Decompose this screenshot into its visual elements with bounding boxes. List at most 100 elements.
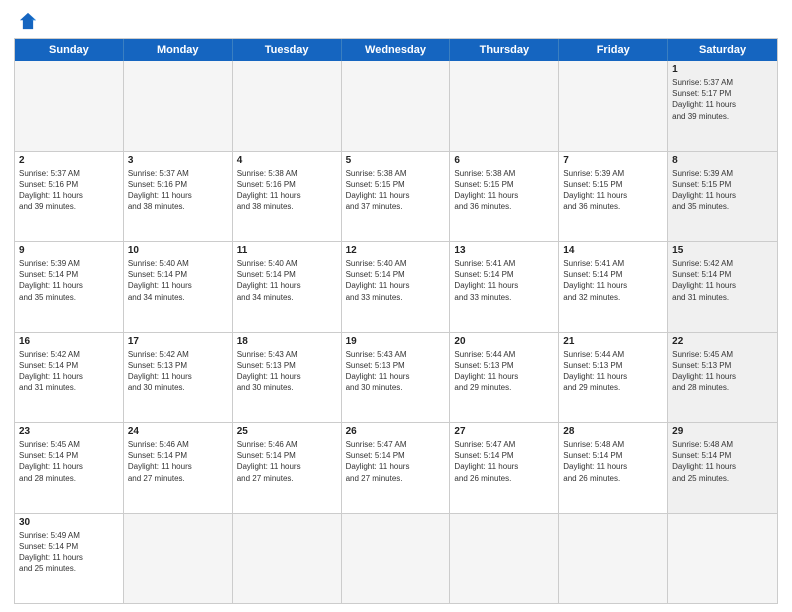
- day-number: 24: [128, 426, 228, 437]
- cal-cell-empty-5-4: [450, 514, 559, 604]
- cal-cell-1: 1 Sunrise: 5:37 AM Sunset: 5:17 PM Daylig…: [668, 61, 777, 151]
- cell-info: Sunrise: 5:41 AM Sunset: 5:14 PM Dayligh…: [563, 258, 663, 303]
- cal-cell-22: 22Sunrise: 5:45 AM Sunset: 5:13 PM Dayli…: [668, 333, 777, 423]
- cell-info: Sunrise: 5:48 AM Sunset: 5:14 PM Dayligh…: [563, 439, 663, 484]
- day-number: 2: [19, 155, 119, 166]
- logo-text: [14, 10, 39, 32]
- cell-info: Sunrise: 5:43 AM Sunset: 5:13 PM Dayligh…: [237, 349, 337, 394]
- cal-cell-25: 25 Sunrise: 5:46 AM Sunset: 5:14 PM Dayli…: [233, 423, 342, 513]
- cell-info: Sunrise: 5:47 AM Sunset: 5:14 PM Dayligh…: [454, 439, 554, 484]
- cal-cell-8: 8 Sunrise: 5:39 AM Sunset: 5:15 PM Daylig…: [668, 152, 777, 242]
- calendar: SundayMondayTuesdayWednesdayThursdayFrid…: [14, 38, 778, 604]
- cell-info: Sunrise: 5:49 AM Sunset: 5:14 PM Dayligh…: [19, 530, 119, 575]
- cal-cell-30: 30Sunrise: 5:49 AM Sunset: 5:14 PM Dayli…: [15, 514, 124, 604]
- day-number: 14: [563, 245, 663, 256]
- cal-cell-empty-5-1: [124, 514, 233, 604]
- day-number: 5: [346, 155, 446, 166]
- day-number: 16: [19, 336, 119, 347]
- cal-cell-5: 5Sunrise: 5:38 AM Sunset: 5:15 PM Daylig…: [342, 152, 451, 242]
- cal-cell-21: 21 Sunrise: 5:44 AM Sunset: 5:13 PM Dayli…: [559, 333, 668, 423]
- cal-cell-18: 18 Sunrise: 5:43 AM Sunset: 5:13 PM Dayli…: [233, 333, 342, 423]
- day-number: 23: [19, 426, 119, 437]
- cal-cell-empty-5-3: [342, 514, 451, 604]
- cal-cell-24: 24Sunrise: 5:46 AM Sunset: 5:14 PM Dayli…: [124, 423, 233, 513]
- cal-cell-20: 20 Sunrise: 5:44 AM Sunset: 5:13 PM Dayli…: [450, 333, 559, 423]
- cell-info: Sunrise: 5:42 AM Sunset: 5:14 PM Dayligh…: [19, 349, 119, 394]
- day-number: 15: [672, 245, 773, 256]
- cal-cell-4: 4 Sunrise: 5:38 AM Sunset: 5:16 PM Daylig…: [233, 152, 342, 242]
- cal-cell-empty-0-0: [15, 61, 124, 151]
- cal-cell-23: 23 Sunrise: 5:45 AM Sunset: 5:14 PM Dayli…: [15, 423, 124, 513]
- cell-info: Sunrise: 5:39 AM Sunset: 5:15 PM Dayligh…: [672, 168, 773, 213]
- day-number: 1: [672, 64, 773, 75]
- header: [14, 10, 778, 32]
- day-number: 27: [454, 426, 554, 437]
- cell-info: Sunrise: 5:40 AM Sunset: 5:14 PM Dayligh…: [346, 258, 446, 303]
- logo-icon: [17, 10, 39, 32]
- cal-cell-empty-0-5: [559, 61, 668, 151]
- cell-info: Sunrise: 5:45 AM Sunset: 5:13 PM Dayligh…: [672, 349, 773, 394]
- calendar-row-4: 23 Sunrise: 5:45 AM Sunset: 5:14 PM Dayli…: [15, 422, 777, 513]
- cal-cell-12: 12 Sunrise: 5:40 AM Sunset: 5:14 PM Dayli…: [342, 242, 451, 332]
- cal-cell-15: 15 Sunrise: 5:42 AM Sunset: 5:14 PM Dayli…: [668, 242, 777, 332]
- cal-cell-6: 6 Sunrise: 5:38 AM Sunset: 5:15 PM Daylig…: [450, 152, 559, 242]
- cal-cell-empty-0-3: [342, 61, 451, 151]
- cell-info: Sunrise: 5:44 AM Sunset: 5:13 PM Dayligh…: [454, 349, 554, 394]
- cal-cell-17: 17 Sunrise: 5:42 AM Sunset: 5:13 PM Dayli…: [124, 333, 233, 423]
- calendar-body: 1 Sunrise: 5:37 AM Sunset: 5:17 PM Daylig…: [15, 61, 777, 603]
- calendar-row-0: 1 Sunrise: 5:37 AM Sunset: 5:17 PM Daylig…: [15, 61, 777, 151]
- day-number: 20: [454, 336, 554, 347]
- cell-info: Sunrise: 5:38 AM Sunset: 5:15 PM Dayligh…: [454, 168, 554, 213]
- day-number: 3: [128, 155, 228, 166]
- day-number: 25: [237, 426, 337, 437]
- cell-info: Sunrise: 5:40 AM Sunset: 5:14 PM Dayligh…: [128, 258, 228, 303]
- day-number: 21: [563, 336, 663, 347]
- header-day-friday: Friday: [559, 39, 668, 61]
- day-number: 4: [237, 155, 337, 166]
- cell-info: Sunrise: 5:45 AM Sunset: 5:14 PM Dayligh…: [19, 439, 119, 484]
- day-number: 6: [454, 155, 554, 166]
- day-number: 12: [346, 245, 446, 256]
- day-number: 17: [128, 336, 228, 347]
- calendar-row-3: 16 Sunrise: 5:42 AM Sunset: 5:14 PM Dayli…: [15, 332, 777, 423]
- cell-info: Sunrise: 5:46 AM Sunset: 5:14 PM Dayligh…: [237, 439, 337, 484]
- cal-cell-27: 27 Sunrise: 5:47 AM Sunset: 5:14 PM Dayli…: [450, 423, 559, 513]
- day-number: 13: [454, 245, 554, 256]
- cell-info: Sunrise: 5:37 AM Sunset: 5:16 PM Dayligh…: [128, 168, 228, 213]
- cal-cell-14: 14 Sunrise: 5:41 AM Sunset: 5:14 PM Dayli…: [559, 242, 668, 332]
- cell-info: Sunrise: 5:38 AM Sunset: 5:16 PM Dayligh…: [237, 168, 337, 213]
- cal-cell-11: 11 Sunrise: 5:40 AM Sunset: 5:14 PM Dayli…: [233, 242, 342, 332]
- header-day-saturday: Saturday: [668, 39, 777, 61]
- cal-cell-empty-5-5: [559, 514, 668, 604]
- day-number: 8: [672, 155, 773, 166]
- cal-cell-empty-0-1: [124, 61, 233, 151]
- calendar-header: SundayMondayTuesdayWednesdayThursdayFrid…: [15, 39, 777, 61]
- header-day-wednesday: Wednesday: [342, 39, 451, 61]
- cell-info: Sunrise: 5:42 AM Sunset: 5:14 PM Dayligh…: [672, 258, 773, 303]
- cal-cell-9: 9Sunrise: 5:39 AM Sunset: 5:14 PM Daylig…: [15, 242, 124, 332]
- cell-info: Sunrise: 5:43 AM Sunset: 5:13 PM Dayligh…: [346, 349, 446, 394]
- cell-info: Sunrise: 5:37 AM Sunset: 5:17 PM Dayligh…: [672, 77, 773, 122]
- cal-cell-13: 13Sunrise: 5:41 AM Sunset: 5:14 PM Dayli…: [450, 242, 559, 332]
- cal-cell-empty-0-2: [233, 61, 342, 151]
- cell-info: Sunrise: 5:47 AM Sunset: 5:14 PM Dayligh…: [346, 439, 446, 484]
- day-number: 26: [346, 426, 446, 437]
- page: SundayMondayTuesdayWednesdayThursdayFrid…: [0, 0, 792, 612]
- cell-info: Sunrise: 5:40 AM Sunset: 5:14 PM Dayligh…: [237, 258, 337, 303]
- cal-cell-empty-5-6: [668, 514, 777, 604]
- day-number: 10: [128, 245, 228, 256]
- cell-info: Sunrise: 5:37 AM Sunset: 5:16 PM Dayligh…: [19, 168, 119, 213]
- cell-info: Sunrise: 5:44 AM Sunset: 5:13 PM Dayligh…: [563, 349, 663, 394]
- cell-info: Sunrise: 5:42 AM Sunset: 5:13 PM Dayligh…: [128, 349, 228, 394]
- header-day-monday: Monday: [124, 39, 233, 61]
- cal-cell-7: 7Sunrise: 5:39 AM Sunset: 5:15 PM Daylig…: [559, 152, 668, 242]
- header-day-tuesday: Tuesday: [233, 39, 342, 61]
- logo: [14, 10, 39, 32]
- day-number: 11: [237, 245, 337, 256]
- calendar-row-1: 2 Sunrise: 5:37 AM Sunset: 5:16 PM Daylig…: [15, 151, 777, 242]
- cell-info: Sunrise: 5:48 AM Sunset: 5:14 PM Dayligh…: [672, 439, 773, 484]
- cal-cell-empty-0-4: [450, 61, 559, 151]
- cal-cell-26: 26 Sunrise: 5:47 AM Sunset: 5:14 PM Dayli…: [342, 423, 451, 513]
- calendar-row-2: 9Sunrise: 5:39 AM Sunset: 5:14 PM Daylig…: [15, 241, 777, 332]
- day-number: 18: [237, 336, 337, 347]
